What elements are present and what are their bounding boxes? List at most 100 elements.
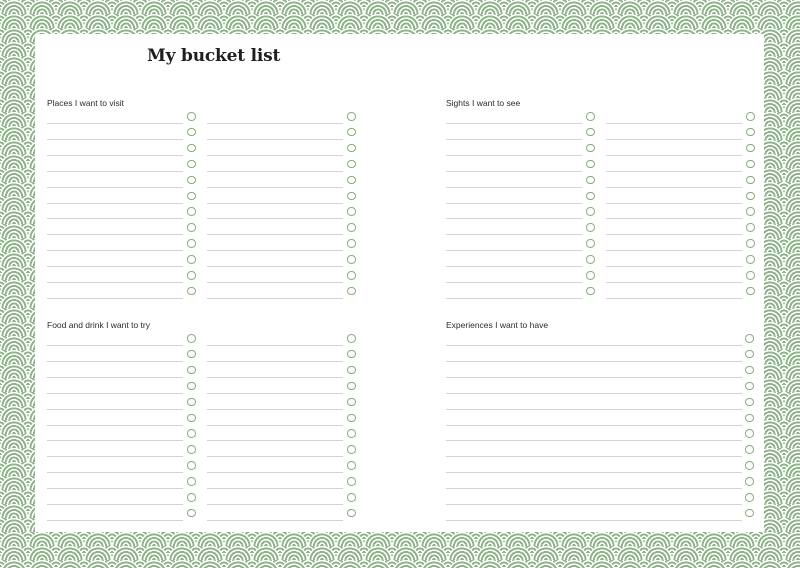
circle-checkbox-icon[interactable]	[746, 255, 755, 264]
circle-checkbox-icon[interactable]	[745, 365, 754, 375]
writing-line[interactable]	[446, 408, 742, 410]
writing-line[interactable]	[446, 424, 742, 426]
circle-checkbox-icon[interactable]	[347, 112, 356, 121]
circle-checkbox-icon[interactable]	[347, 413, 356, 422]
circle-checkbox-icon[interactable]	[746, 286, 755, 296]
writing-line[interactable]	[446, 392, 742, 394]
writing-line[interactable]	[47, 218, 183, 220]
circle-checkbox-icon[interactable]	[347, 255, 356, 264]
writing-line[interactable]	[207, 376, 343, 378]
circle-checkbox-icon[interactable]	[586, 112, 595, 121]
circle-checkbox-icon[interactable]	[187, 223, 196, 232]
writing-line[interactable]	[207, 282, 343, 283]
circle-checkbox-icon[interactable]	[187, 334, 196, 343]
writing-line[interactable]	[446, 440, 742, 442]
circle-checkbox-icon[interactable]	[187, 461, 196, 470]
writing-line[interactable]	[446, 345, 742, 346]
circle-checkbox-icon[interactable]	[746, 207, 755, 216]
writing-line[interactable]	[606, 266, 742, 268]
writing-line[interactable]	[446, 138, 582, 140]
writing-line[interactable]	[207, 360, 343, 362]
writing-line[interactable]	[207, 472, 343, 474]
circle-checkbox-icon[interactable]	[187, 508, 196, 518]
writing-line[interactable]	[47, 519, 183, 521]
circle-checkbox-icon[interactable]	[586, 159, 595, 169]
writing-line[interactable]	[47, 392, 183, 394]
circle-checkbox-icon[interactable]	[187, 112, 196, 121]
circle-checkbox-icon[interactable]	[745, 477, 754, 486]
circle-checkbox-icon[interactable]	[187, 413, 196, 422]
circle-checkbox-icon[interactable]	[347, 271, 356, 280]
circle-checkbox-icon[interactable]	[347, 429, 356, 438]
circle-checkbox-icon[interactable]	[347, 286, 356, 296]
writing-line[interactable]	[207, 154, 343, 156]
writing-line[interactable]	[47, 186, 183, 188]
circle-checkbox-icon[interactable]	[746, 239, 755, 248]
circle-checkbox-icon[interactable]	[586, 255, 595, 264]
writing-line[interactable]	[47, 154, 183, 156]
circle-checkbox-icon[interactable]	[347, 493, 356, 502]
writing-line[interactable]	[47, 297, 183, 299]
circle-checkbox-icon[interactable]	[347, 365, 356, 375]
writing-line[interactable]	[47, 234, 183, 236]
circle-checkbox-icon[interactable]	[347, 207, 356, 216]
circle-checkbox-icon[interactable]	[347, 334, 356, 343]
writing-line[interactable]	[47, 282, 183, 283]
writing-line[interactable]	[446, 218, 582, 220]
circle-checkbox-icon[interactable]	[187, 349, 196, 359]
circle-checkbox-icon[interactable]	[347, 127, 356, 137]
circle-checkbox-icon[interactable]	[347, 191, 356, 200]
circle-checkbox-icon[interactable]	[586, 143, 595, 153]
circle-checkbox-icon[interactable]	[187, 493, 196, 502]
writing-line[interactable]	[606, 186, 742, 188]
circle-checkbox-icon[interactable]	[745, 397, 754, 407]
circle-checkbox-icon[interactable]	[745, 461, 754, 470]
circle-checkbox-icon[interactable]	[745, 349, 754, 359]
circle-checkbox-icon[interactable]	[586, 175, 595, 185]
circle-checkbox-icon[interactable]	[347, 477, 356, 486]
circle-checkbox-icon[interactable]	[187, 175, 196, 185]
circle-checkbox-icon[interactable]	[586, 207, 595, 216]
writing-line[interactable]	[207, 186, 343, 188]
writing-line[interactable]	[606, 234, 742, 236]
writing-line[interactable]	[207, 170, 343, 172]
writing-line[interactable]	[207, 266, 343, 268]
writing-line[interactable]	[446, 154, 582, 156]
writing-line[interactable]	[606, 218, 742, 220]
writing-line[interactable]	[606, 123, 742, 124]
circle-checkbox-icon[interactable]	[586, 223, 595, 232]
circle-checkbox-icon[interactable]	[187, 255, 196, 264]
writing-line[interactable]	[207, 440, 343, 442]
writing-line[interactable]	[47, 504, 183, 505]
writing-line[interactable]	[606, 170, 742, 172]
circle-checkbox-icon[interactable]	[745, 413, 754, 422]
writing-line[interactable]	[47, 424, 183, 426]
circle-checkbox-icon[interactable]	[746, 112, 755, 121]
writing-line[interactable]	[606, 138, 742, 140]
writing-line[interactable]	[446, 297, 582, 299]
writing-line[interactable]	[446, 376, 742, 378]
writing-line[interactable]	[446, 234, 582, 236]
writing-line[interactable]	[606, 250, 742, 252]
writing-line[interactable]	[47, 360, 183, 362]
circle-checkbox-icon[interactable]	[746, 159, 755, 169]
writing-line[interactable]	[446, 186, 582, 188]
writing-line[interactable]	[446, 504, 742, 505]
circle-checkbox-icon[interactable]	[347, 461, 356, 470]
circle-checkbox-icon[interactable]	[347, 445, 356, 454]
writing-line[interactable]	[446, 123, 582, 124]
writing-line[interactable]	[606, 282, 742, 283]
writing-line[interactable]	[47, 376, 183, 378]
writing-line[interactable]	[47, 138, 183, 140]
writing-line[interactable]	[446, 488, 742, 490]
circle-checkbox-icon[interactable]	[187, 397, 196, 407]
circle-checkbox-icon[interactable]	[745, 493, 754, 502]
circle-checkbox-icon[interactable]	[746, 175, 755, 185]
writing-line[interactable]	[446, 266, 582, 268]
circle-checkbox-icon[interactable]	[347, 159, 356, 169]
circle-checkbox-icon[interactable]	[347, 143, 356, 153]
writing-line[interactable]	[207, 250, 343, 252]
writing-line[interactable]	[606, 297, 742, 299]
circle-checkbox-icon[interactable]	[586, 127, 595, 137]
writing-line[interactable]	[446, 472, 742, 474]
